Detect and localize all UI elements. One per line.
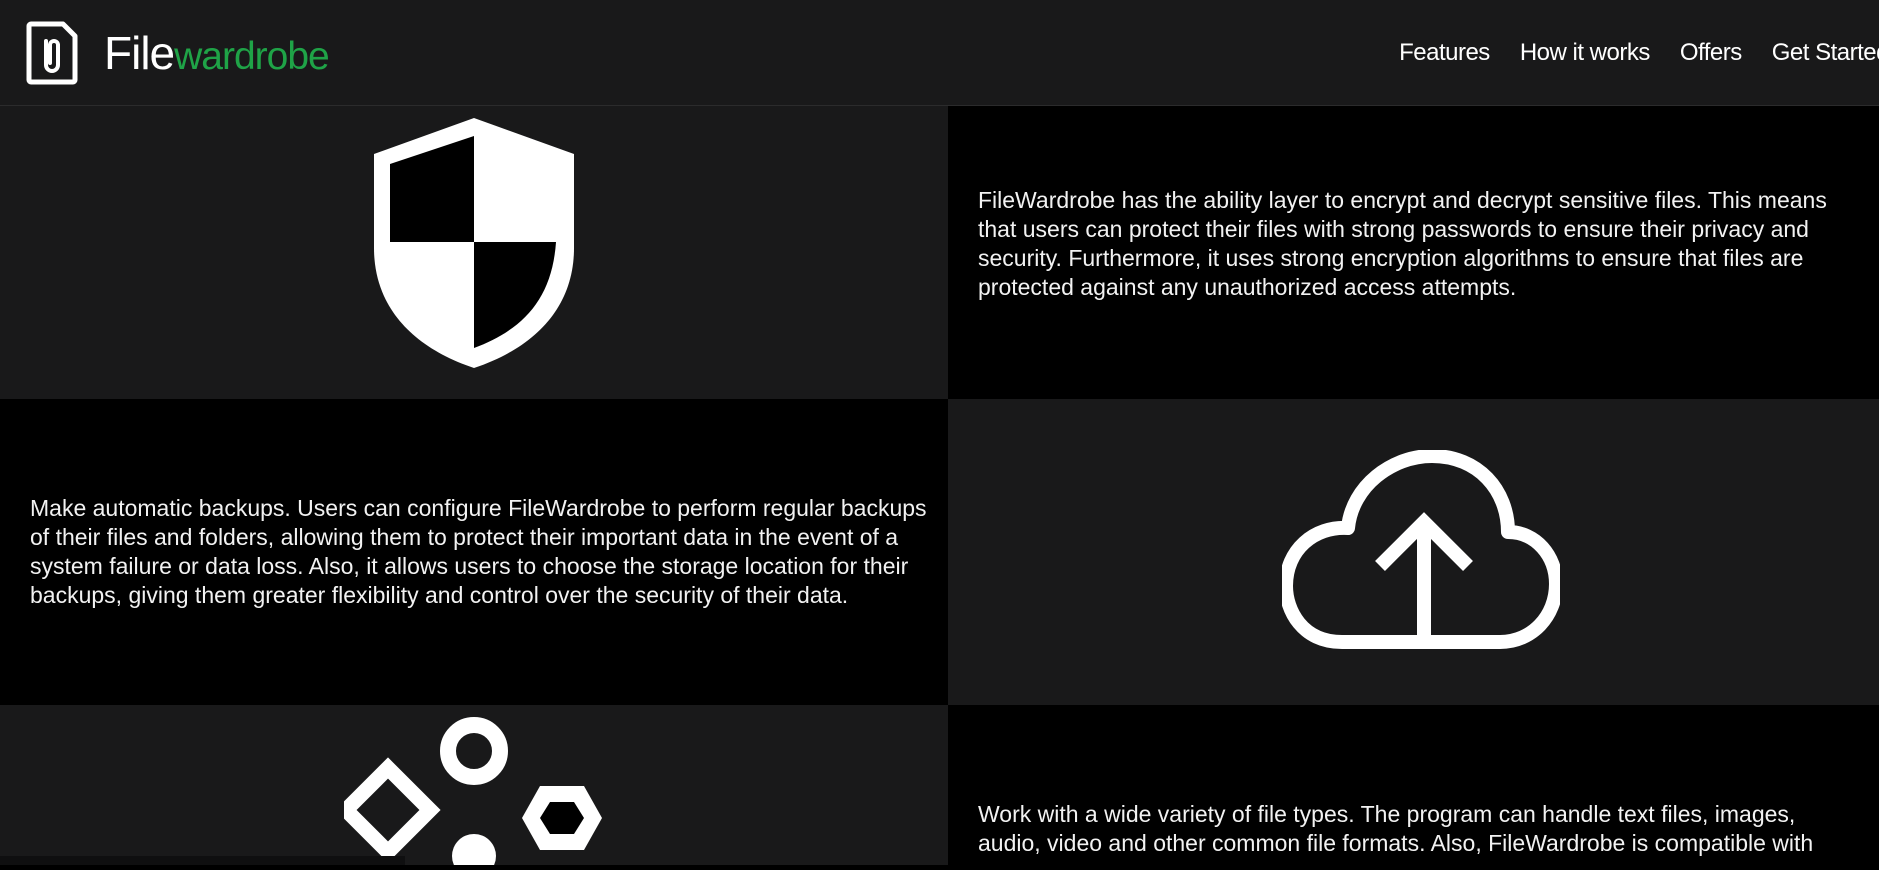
feature-row-backup: Make automatic backups. Users can config… (0, 399, 1879, 705)
feature-row-file-types: Work with a wide variety of file types. … (0, 705, 1879, 865)
logo-link[interactable]: Filewardrobe (26, 21, 329, 85)
cloud-upload-icon (1282, 450, 1560, 652)
main-nav: Features How it works Offers Get Started (1399, 0, 1879, 106)
bottom-overlay-bar (0, 856, 405, 865)
nav-offers[interactable]: Offers (1680, 39, 1742, 67)
feature-text-cell: FileWardrobe has the ability layer to en… (948, 106, 1879, 399)
feature-description: FileWardrobe has the ability layer to en… (948, 186, 1879, 302)
site-header: Filewardrobe Features How it works Offer… (0, 0, 1879, 106)
shield-icon (374, 118, 574, 368)
nav-features[interactable]: Features (1399, 39, 1490, 67)
feature-row-encryption: FileWardrobe has the ability layer to en… (0, 106, 1879, 399)
nav-get-started[interactable]: Get Started (1772, 39, 1879, 67)
brand-name: Filewardrobe (104, 30, 329, 76)
brand-name-part1: File (104, 27, 174, 79)
feature-text-cell: Work with a wide variety of file types. … (948, 705, 1879, 865)
feature-text-cell: Make automatic backups. Users can config… (0, 399, 948, 705)
feature-description: Make automatic backups. Users can config… (0, 494, 948, 610)
file-types-shapes-icon (344, 716, 602, 865)
brand-name-part2: wardrobe (174, 35, 329, 78)
nav-how-it-works[interactable]: How it works (1520, 39, 1650, 67)
file-clip-icon (26, 21, 78, 85)
feature-description: Work with a wide variety of file types. … (948, 705, 1879, 858)
